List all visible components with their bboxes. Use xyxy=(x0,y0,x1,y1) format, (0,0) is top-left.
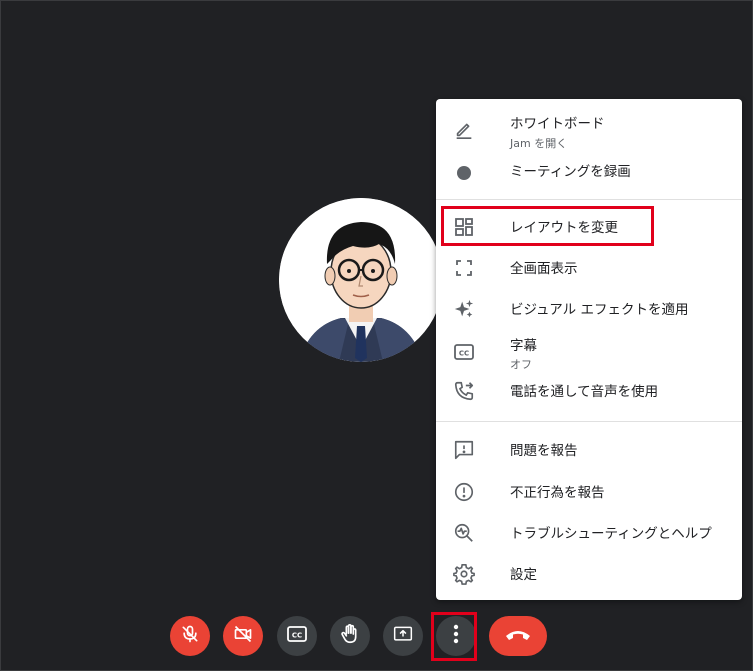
menu-item-label: トラブルシューティングとヘルプ xyxy=(510,526,712,542)
feedback-icon xyxy=(452,438,476,462)
hand-icon xyxy=(339,623,361,649)
menu-item-report-problem[interactable]: 問題を報告 xyxy=(436,434,742,466)
record-icon xyxy=(452,161,476,185)
menu-divider xyxy=(436,421,742,422)
camera-off-button[interactable] xyxy=(223,616,263,656)
raise-hand-button[interactable] xyxy=(330,616,370,656)
menu-item-label: ホワイトボード xyxy=(510,116,605,132)
menu-item-troubleshoot[interactable]: トラブルシューティングとヘルプ xyxy=(436,517,742,549)
mic-off-button[interactable] xyxy=(170,616,210,656)
menu-item-record[interactable]: ミーティングを録画 xyxy=(436,157,742,189)
gear-icon xyxy=(452,562,476,586)
sparkle-icon xyxy=(452,297,476,321)
end-call-button[interactable] xyxy=(489,616,547,656)
menu-item-report-abuse[interactable]: 不正行為を報告 xyxy=(436,476,742,508)
troubleshoot-icon xyxy=(452,521,476,545)
menu-item-visual-effects[interactable]: ビジュアル エフェクトを適用 xyxy=(436,293,742,325)
menu-item-label: 字幕 xyxy=(510,338,537,354)
mic-off-icon xyxy=(180,624,200,648)
present-icon xyxy=(393,624,413,648)
pencil-icon xyxy=(452,117,476,141)
menu-item-settings[interactable]: 設定 xyxy=(436,558,742,590)
menu-item-label: 不正行為を報告 xyxy=(510,485,605,501)
menu-item-fullscreen[interactable]: 全画面表示 xyxy=(436,252,742,284)
more-options-menu: ホワイトボード Jam を開く ミーティングを録画 レイアウトを変更 全画面表示 xyxy=(436,99,742,600)
menu-divider xyxy=(436,199,742,200)
present-button[interactable] xyxy=(383,616,423,656)
menu-item-sublabel: オフ xyxy=(510,358,532,371)
alert-circle-icon xyxy=(452,480,476,504)
cc-icon: CC xyxy=(452,340,476,364)
cc-icon: CC xyxy=(287,625,307,647)
menu-item-label: ミーティングを録画 xyxy=(510,164,631,180)
menu-item-whiteboard[interactable]: ホワイトボード Jam を開く xyxy=(436,109,742,157)
svg-text:CC: CC xyxy=(459,350,469,358)
fullscreen-icon xyxy=(452,256,476,280)
end-call-icon xyxy=(505,627,531,646)
meeting-stage: ホワイトボード Jam を開く ミーティングを録画 レイアウトを変更 全画面表示 xyxy=(0,0,753,671)
participant-illustration xyxy=(279,198,443,362)
captions-button[interactable]: CC xyxy=(277,616,317,656)
menu-item-label: ビジュアル エフェクトを適用 xyxy=(510,302,689,318)
menu-item-label: 全画面表示 xyxy=(510,261,578,277)
camera-off-icon xyxy=(233,624,253,648)
menu-item-label: 電話を通して音声を使用 xyxy=(510,384,659,400)
menu-item-captions[interactable]: CC 字幕 オフ xyxy=(436,332,742,376)
more-options-highlight-frame xyxy=(431,612,477,661)
menu-item-label: 設定 xyxy=(510,567,537,583)
menu-item-phone-audio[interactable]: 電話を通して音声を使用 xyxy=(436,375,742,407)
menu-item-sublabel: Jam を開く xyxy=(510,137,568,150)
participant-avatar xyxy=(279,198,443,362)
menu-item-label: 問題を報告 xyxy=(510,443,578,459)
layout-highlight-frame xyxy=(441,206,654,246)
svg-text:CC: CC xyxy=(292,632,302,640)
phone-forward-icon xyxy=(452,379,476,403)
